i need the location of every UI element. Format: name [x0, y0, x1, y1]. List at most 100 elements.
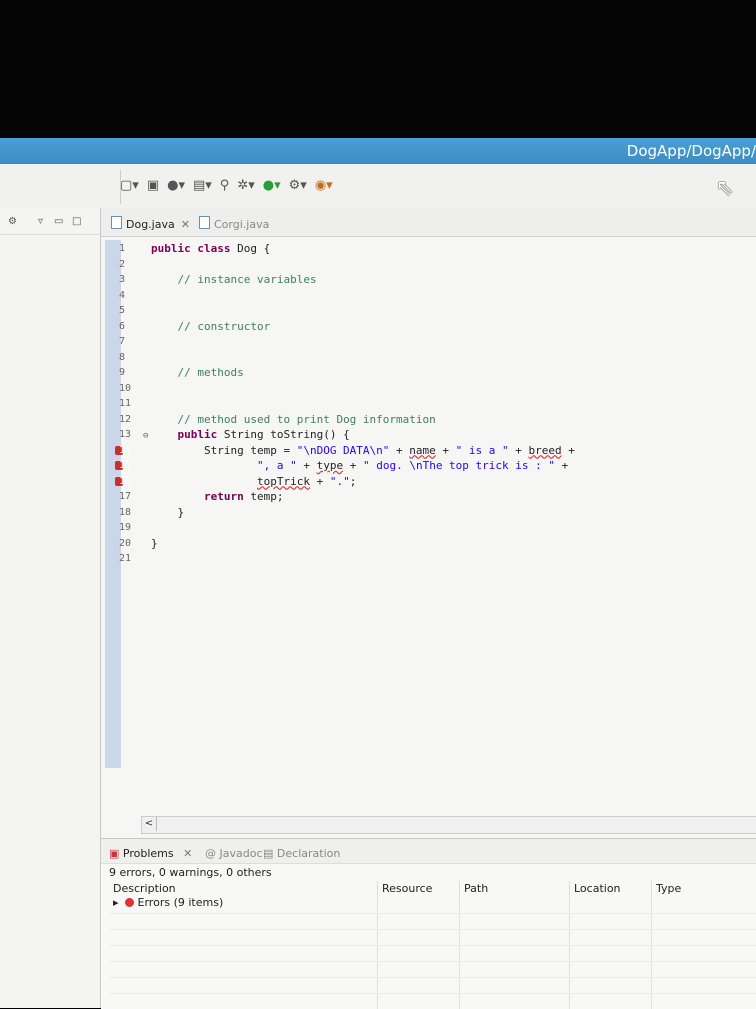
java-file-icon	[111, 216, 122, 229]
code-line[interactable]: 13 ⊖ public String toString() {	[119, 427, 749, 443]
play-icon[interactable]: ●▾	[263, 178, 281, 193]
column-description[interactable]: Description	[109, 881, 176, 897]
code-line[interactable]: 8	[119, 350, 749, 366]
line-number: 13	[119, 429, 132, 440]
line-number: 21	[119, 553, 132, 564]
tab-label: Dog.java	[126, 218, 175, 231]
gear-icon[interactable]: ✲▾	[237, 178, 254, 193]
error-group-row[interactable]: ▸ Errors (9 items)	[113, 896, 223, 909]
close-icon[interactable]: ✕	[183, 847, 192, 860]
line-number: 5	[119, 305, 126, 316]
line-number: 10	[119, 382, 132, 394]
code-line[interactable]: 4	[119, 288, 749, 304]
code-line[interactable]: 20}	[119, 536, 749, 552]
code-line[interactable]: 17 return temp;	[119, 489, 749, 505]
code-line[interactable]: 18 }	[119, 505, 749, 521]
tab-label: Declaration	[276, 847, 341, 860]
line-number: 18	[119, 506, 132, 518]
view-menu-icon[interactable]: ▿	[38, 216, 43, 227]
code-line[interactable]: 11	[119, 396, 749, 412]
toolbar-left-area	[0, 170, 121, 204]
line-number: 20	[119, 537, 132, 549]
column-path[interactable]: Path	[459, 881, 488, 897]
window-title: DogApp/DogApp/	[626, 142, 756, 160]
code-line[interactable]: 16 topTrick + ".";	[115, 474, 749, 490]
line-number: 17	[119, 491, 132, 502]
error-icon	[124, 898, 134, 907]
camera-dark-area	[0, 0, 756, 138]
code-editor[interactable]: Dog.java ✕ Corgi.java 1 public class Dog {…	[101, 208, 756, 838]
code-line[interactable]: 3 // instance variables	[119, 272, 749, 288]
code-line[interactable]: 7	[119, 334, 749, 350]
code-text: public String toString() {	[177, 428, 350, 441]
window-titlebar: DogApp/DogApp/	[0, 138, 756, 164]
debug-icon[interactable]: ●▾	[167, 178, 185, 193]
code-line[interactable]: 19	[119, 520, 749, 536]
problems-icon: ▣	[109, 847, 120, 860]
problems-table[interactable]: Description Resource Path Location Type …	[109, 881, 756, 1009]
code-line[interactable]: 1 public class Dog {	[119, 241, 749, 257]
search-icon[interactable]: ⚲	[220, 178, 230, 193]
javadoc-icon: @	[205, 847, 216, 860]
java-file-icon	[199, 216, 210, 229]
line-number: 2	[119, 258, 126, 270]
code-text: return temp;	[203, 490, 284, 503]
code-area[interactable]: 1 public class Dog {2 3 // instance variab…	[115, 241, 749, 567]
row-divider	[109, 993, 756, 994]
package-explorer-panel: ⚙ ▿ ▭ □	[0, 208, 101, 1008]
code-text: // constructor	[177, 319, 271, 333]
column-location[interactable]: Location	[569, 881, 621, 897]
code-text: public class Dog {	[151, 242, 271, 255]
code-line[interactable]: 21	[119, 551, 749, 567]
code-line[interactable]: 5	[119, 303, 749, 319]
code-text: // methods	[177, 366, 244, 379]
tab-label: Javadoc	[219, 847, 263, 860]
tab-declaration[interactable]: ▤ Declaration	[263, 847, 340, 860]
line-number: 4	[119, 289, 126, 301]
expand-icon[interactable]: ▸	[113, 896, 119, 909]
panel-header: ⚙ ▿ ▭ □	[0, 208, 100, 235]
line-number: 19	[119, 522, 132, 533]
tab-javadoc[interactable]: @ Javadoc	[205, 847, 263, 860]
code-line[interactable]: 2	[119, 257, 749, 273]
bottom-tabs: ▣ Problems ✕ @ Javadoc ▤ Declaration	[101, 839, 756, 864]
horizontal-scrollbar[interactable]: <	[141, 816, 756, 834]
code-line[interactable]: 12 // method used to print Dog informati…	[119, 412, 749, 428]
save-icon[interactable]: ▣	[147, 178, 159, 193]
tab-label: Corgi.java	[214, 218, 270, 231]
code-line[interactable]: 15 ", a " + type + " dog. \nThe top tric…	[115, 458, 749, 474]
tab-problems[interactable]: ▣ Problems ✕	[109, 847, 192, 860]
line-number: 14	[119, 444, 132, 456]
column-resource[interactable]: Resource	[377, 881, 432, 897]
error-group-label: Errors (9 items)	[137, 896, 224, 909]
code-line[interactable]: 14 String temp = "\nDOG DATA\n" + name +…	[115, 443, 749, 459]
minimize-icon[interactable]: ▭	[54, 216, 63, 227]
tab-dog-java[interactable]: Dog.java ✕	[111, 216, 190, 231]
line-number: 3	[119, 274, 126, 285]
row-divider	[109, 977, 756, 978]
tab-corgi-java[interactable]: Corgi.java	[199, 216, 269, 231]
code-text: }	[151, 505, 185, 519]
scroll-left-icon[interactable]: <	[142, 817, 157, 831]
code-line[interactable]: 9 // methods	[119, 365, 749, 381]
perspective-icon[interactable]: ◉▾	[315, 178, 333, 193]
code-text: ", a " + type + " dog. \nThe top trick i…	[256, 459, 569, 472]
line-number: 15	[119, 460, 132, 471]
mouse-cursor-icon: ⇖	[715, 176, 734, 201]
problems-view: ▣ Problems ✕ @ Javadoc ▤ Declaration 9 e…	[101, 838, 756, 1009]
editor-tabs: Dog.java ✕ Corgi.java	[101, 208, 756, 237]
column-type[interactable]: Type	[651, 881, 681, 897]
new-icon[interactable]: ▢▾	[120, 178, 139, 193]
code-line[interactable]: 10	[119, 381, 749, 397]
sync-icon[interactable]: ⚙	[8, 216, 17, 227]
close-icon[interactable]: ✕	[181, 218, 190, 231]
code-line[interactable]: 6 // constructor	[119, 319, 749, 335]
code-text: String temp = "\nDOG DATA\n" + name + " …	[151, 443, 575, 457]
maximize-icon[interactable]: □	[72, 216, 81, 227]
line-number: 9	[119, 367, 126, 378]
line-number: 16	[119, 475, 132, 487]
run-icon[interactable]: ▤▾	[193, 178, 212, 193]
external-tools-icon[interactable]: ⚙▾	[289, 178, 307, 193]
declaration-icon: ▤	[263, 847, 274, 860]
row-divider	[109, 945, 756, 946]
